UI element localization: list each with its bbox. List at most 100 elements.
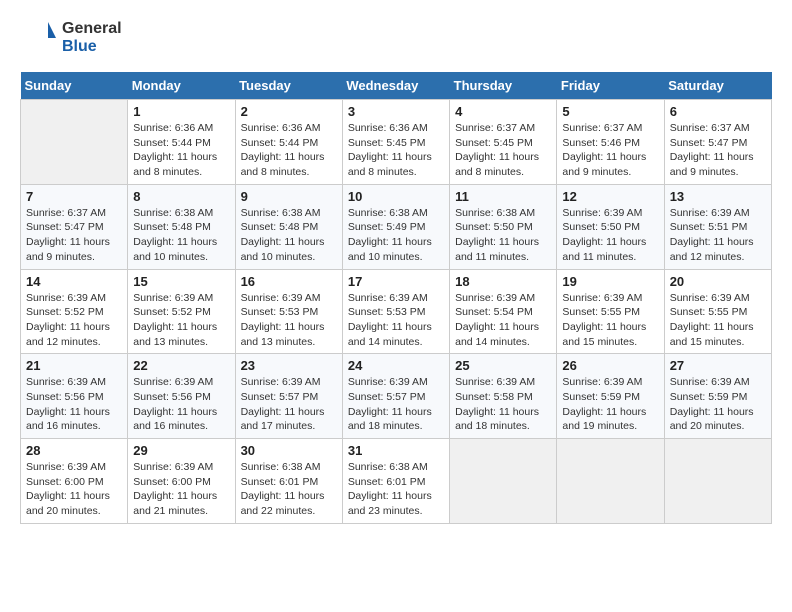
day-number: 21 <box>26 358 122 373</box>
day-number: 15 <box>133 274 229 289</box>
day-info: Sunrise: 6:39 AM Sunset: 6:00 PM Dayligh… <box>133 460 229 519</box>
calendar-day-cell: 25Sunrise: 6:39 AM Sunset: 5:58 PM Dayli… <box>450 354 557 439</box>
day-info: Sunrise: 6:36 AM Sunset: 5:45 PM Dayligh… <box>348 121 444 180</box>
day-info: Sunrise: 6:38 AM Sunset: 5:50 PM Dayligh… <box>455 206 551 265</box>
calendar-day-cell: 3 Sunrise: 6:36 AM Sunset: 5:45 PM Daylig… <box>342 100 449 185</box>
calendar-day-cell <box>21 100 128 185</box>
day-number: 4 <box>455 104 551 119</box>
day-info: Sunrise: 6:37 AM Sunset: 5:45 PM Dayligh… <box>455 121 551 180</box>
calendar-day-cell: 27Sunrise: 6:39 AM Sunset: 5:59 PM Dayli… <box>664 354 771 439</box>
logo: General Blue <box>20 20 122 56</box>
calendar-day-cell <box>450 439 557 524</box>
day-number: 26 <box>562 358 658 373</box>
calendar-day-cell <box>664 439 771 524</box>
day-info: Sunrise: 6:39 AM Sunset: 5:52 PM Dayligh… <box>26 291 122 350</box>
calendar-day-cell: 15 Sunrise: 6:39 AM Sunset: 5:52 PM Dayli… <box>128 269 235 354</box>
calendar-day-cell: 11Sunrise: 6:38 AM Sunset: 5:50 PM Dayli… <box>450 184 557 269</box>
calendar-day-cell: 31 Sunrise: 6:38 AM Sunset: 6:01 PM Dayli… <box>342 439 449 524</box>
day-number: 22 <box>133 358 229 373</box>
day-info: Sunrise: 6:39 AM Sunset: 5:56 PM Dayligh… <box>26 375 122 434</box>
day-of-week-header: Monday <box>128 72 235 100</box>
day-number: 18 <box>455 274 551 289</box>
calendar-day-cell: 14 Sunrise: 6:39 AM Sunset: 5:52 PM Dayli… <box>21 269 128 354</box>
calendar-day-cell: 21 Sunrise: 6:39 AM Sunset: 5:56 PM Dayli… <box>21 354 128 439</box>
day-info: Sunrise: 6:39 AM Sunset: 5:55 PM Dayligh… <box>670 291 766 350</box>
calendar-day-cell: 19Sunrise: 6:39 AM Sunset: 5:55 PM Dayli… <box>557 269 664 354</box>
calendar-day-cell: 9 Sunrise: 6:38 AM Sunset: 5:48 PM Daylig… <box>235 184 342 269</box>
calendar-day-cell: 30 Sunrise: 6:38 AM Sunset: 6:01 PM Dayli… <box>235 439 342 524</box>
calendar-day-cell: 12Sunrise: 6:39 AM Sunset: 5:50 PM Dayli… <box>557 184 664 269</box>
day-number: 3 <box>348 104 444 119</box>
day-number: 5 <box>562 104 658 119</box>
calendar-day-cell: 1 Sunrise: 6:36 AM Sunset: 5:44 PM Daylig… <box>128 100 235 185</box>
calendar-week-row: 28 Sunrise: 6:39 AM Sunset: 6:00 PM Dayli… <box>21 439 772 524</box>
calendar-week-row: 1 Sunrise: 6:36 AM Sunset: 5:44 PM Daylig… <box>21 100 772 185</box>
day-number: 30 <box>241 443 337 458</box>
day-info: Sunrise: 6:39 AM Sunset: 5:50 PM Dayligh… <box>562 206 658 265</box>
day-info: Sunrise: 6:38 AM Sunset: 6:01 PM Dayligh… <box>348 460 444 519</box>
logo-icon <box>20 20 56 56</box>
day-of-week-header: Wednesday <box>342 72 449 100</box>
day-number: 10 <box>348 189 444 204</box>
calendar-day-cell: 5Sunrise: 6:37 AM Sunset: 5:46 PM Daylig… <box>557 100 664 185</box>
calendar-day-cell: 13 Sunrise: 6:39 AM Sunset: 5:51 PM Dayli… <box>664 184 771 269</box>
calendar-day-cell: 6 Sunrise: 6:37 AM Sunset: 5:47 PM Daylig… <box>664 100 771 185</box>
day-number: 19 <box>562 274 658 289</box>
page-header: General Blue <box>20 20 772 56</box>
calendar-day-cell: 29 Sunrise: 6:39 AM Sunset: 6:00 PM Dayli… <box>128 439 235 524</box>
day-info: Sunrise: 6:36 AM Sunset: 5:44 PM Dayligh… <box>241 121 337 180</box>
day-number: 28 <box>26 443 122 458</box>
day-of-week-header: Thursday <box>450 72 557 100</box>
calendar-week-row: 14 Sunrise: 6:39 AM Sunset: 5:52 PM Dayli… <box>21 269 772 354</box>
day-info: Sunrise: 6:38 AM Sunset: 5:48 PM Dayligh… <box>241 206 337 265</box>
day-number: 24 <box>348 358 444 373</box>
day-info: Sunrise: 6:37 AM Sunset: 5:47 PM Dayligh… <box>26 206 122 265</box>
day-info: Sunrise: 6:38 AM Sunset: 5:49 PM Dayligh… <box>348 206 444 265</box>
day-number: 16 <box>241 274 337 289</box>
day-info: Sunrise: 6:39 AM Sunset: 5:59 PM Dayligh… <box>562 375 658 434</box>
day-number: 6 <box>670 104 766 119</box>
day-info: Sunrise: 6:39 AM Sunset: 5:52 PM Dayligh… <box>133 291 229 350</box>
day-info: Sunrise: 6:39 AM Sunset: 5:56 PM Dayligh… <box>133 375 229 434</box>
day-of-week-header: Tuesday <box>235 72 342 100</box>
calendar-day-cell: 16 Sunrise: 6:39 AM Sunset: 5:53 PM Dayli… <box>235 269 342 354</box>
day-number: 13 <box>670 189 766 204</box>
day-number: 2 <box>241 104 337 119</box>
day-of-week-header: Saturday <box>664 72 771 100</box>
day-info: Sunrise: 6:38 AM Sunset: 6:01 PM Dayligh… <box>241 460 337 519</box>
day-number: 20 <box>670 274 766 289</box>
day-number: 14 <box>26 274 122 289</box>
calendar-day-cell: 28 Sunrise: 6:39 AM Sunset: 6:00 PM Dayli… <box>21 439 128 524</box>
calendar-day-cell <box>557 439 664 524</box>
day-info: Sunrise: 6:39 AM Sunset: 6:00 PM Dayligh… <box>26 460 122 519</box>
day-info: Sunrise: 6:39 AM Sunset: 5:53 PM Dayligh… <box>241 291 337 350</box>
day-info: Sunrise: 6:39 AM Sunset: 5:53 PM Dayligh… <box>348 291 444 350</box>
day-info: Sunrise: 6:39 AM Sunset: 5:58 PM Dayligh… <box>455 375 551 434</box>
calendar-week-row: 7 Sunrise: 6:37 AM Sunset: 5:47 PM Daylig… <box>21 184 772 269</box>
calendar-day-cell: 7 Sunrise: 6:37 AM Sunset: 5:47 PM Daylig… <box>21 184 128 269</box>
day-number: 29 <box>133 443 229 458</box>
calendar-day-cell: 18 Sunrise: 6:39 AM Sunset: 5:54 PM Dayli… <box>450 269 557 354</box>
logo-blue: Blue <box>62 38 97 55</box>
calendar-week-row: 21 Sunrise: 6:39 AM Sunset: 5:56 PM Dayli… <box>21 354 772 439</box>
day-of-week-header: Friday <box>557 72 664 100</box>
day-info: Sunrise: 6:39 AM Sunset: 5:54 PM Dayligh… <box>455 291 551 350</box>
day-info: Sunrise: 6:36 AM Sunset: 5:44 PM Dayligh… <box>133 121 229 180</box>
header-row: SundayMondayTuesdayWednesdayThursdayFrid… <box>21 72 772 100</box>
day-number: 9 <box>241 189 337 204</box>
day-info: Sunrise: 6:39 AM Sunset: 5:57 PM Dayligh… <box>348 375 444 434</box>
day-number: 31 <box>348 443 444 458</box>
calendar-day-cell: 24 Sunrise: 6:39 AM Sunset: 5:57 PM Dayli… <box>342 354 449 439</box>
day-number: 7 <box>26 189 122 204</box>
calendar-day-cell: 2 Sunrise: 6:36 AM Sunset: 5:44 PM Daylig… <box>235 100 342 185</box>
day-info: Sunrise: 6:37 AM Sunset: 5:47 PM Dayligh… <box>670 121 766 180</box>
day-info: Sunrise: 6:39 AM Sunset: 5:51 PM Dayligh… <box>670 206 766 265</box>
day-number: 1 <box>133 104 229 119</box>
calendar-day-cell: 22 Sunrise: 6:39 AM Sunset: 5:56 PM Dayli… <box>128 354 235 439</box>
calendar-day-cell: 8Sunrise: 6:38 AM Sunset: 5:48 PM Daylig… <box>128 184 235 269</box>
day-info: Sunrise: 6:39 AM Sunset: 5:57 PM Dayligh… <box>241 375 337 434</box>
day-number: 17 <box>348 274 444 289</box>
logo-general: General <box>62 20 122 37</box>
day-info: Sunrise: 6:38 AM Sunset: 5:48 PM Dayligh… <box>133 206 229 265</box>
day-of-week-header: Sunday <box>21 72 128 100</box>
